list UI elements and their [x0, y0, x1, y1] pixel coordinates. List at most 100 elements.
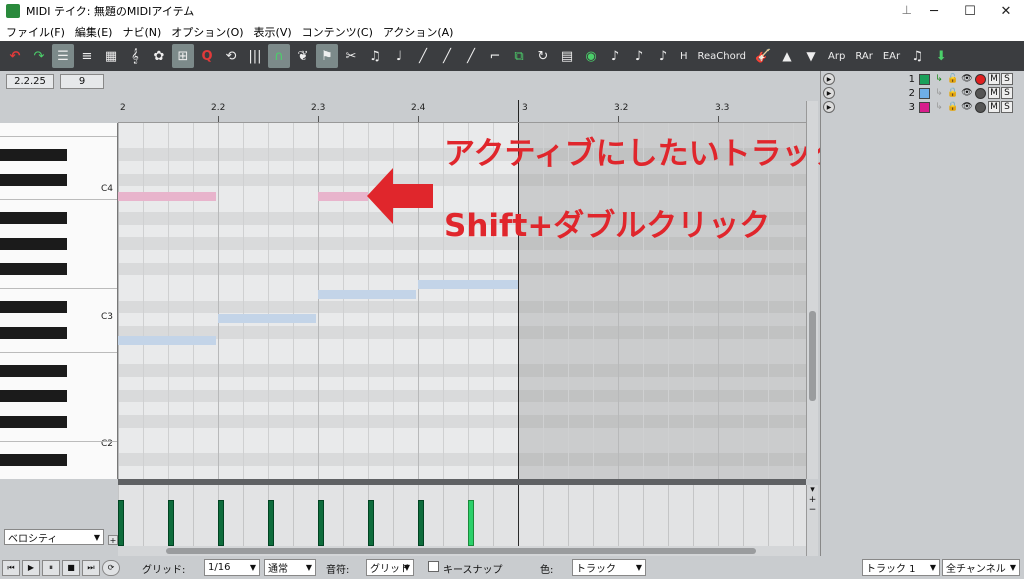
view-grid-icon[interactable]: ▦ — [100, 44, 122, 68]
black-key[interactable] — [0, 301, 67, 314]
active-track-icon[interactable]: ↳ — [933, 73, 945, 85]
undo-icon[interactable]: ↶ — [4, 44, 26, 68]
reachord-button[interactable]: ReaChord — [694, 44, 751, 68]
position-time-field[interactable]: 2.2.25 — [6, 74, 54, 89]
track-row-2[interactable]: ▶ 2 ↳ 🔒 👁 M S — [823, 86, 1023, 100]
velocity-bar[interactable] — [468, 500, 474, 546]
menu-options[interactable]: オプション(O) — [171, 24, 243, 40]
guitar-icon[interactable]: 🎸 — [752, 44, 774, 68]
black-key[interactable] — [0, 364, 67, 377]
track-color-swatch[interactable] — [919, 101, 930, 113]
black-key[interactable] — [0, 390, 67, 403]
eye-icon[interactable]: ◉ — [580, 44, 602, 68]
horizontal-scrollbar[interactable] — [118, 546, 806, 556]
solo-button[interactable]: S — [1001, 101, 1013, 113]
eye-icon[interactable]: 👁 — [961, 87, 973, 99]
track-row-1[interactable]: ▶ 1 ↳ 🔓 👁 M S — [823, 72, 1023, 86]
menu-view[interactable]: 表示(V) — [254, 24, 292, 40]
chain-icon[interactable]: ❦ — [292, 44, 314, 68]
note-1-icon[interactable]: ♫ — [364, 44, 386, 68]
timeline-ruler[interactable]: 2 2.2 2.3 2.4 3 3.2 3.3 — [118, 100, 806, 123]
humanize-button[interactable]: H — [676, 44, 692, 68]
track-color-swatch[interactable] — [919, 73, 930, 85]
inactive-note[interactable] — [318, 192, 368, 202]
vertical-scrollbar[interactable] — [806, 101, 818, 479]
record-arm-icon[interactable] — [975, 101, 986, 113]
velocity-bar[interactable] — [368, 500, 374, 546]
eye-icon[interactable]: 👁 — [961, 101, 973, 113]
menu-actions[interactable]: アクション(A) — [383, 24, 454, 40]
channel-select[interactable]: 全チャンネル ▼ — [942, 559, 1020, 576]
track-color-swatch[interactable] — [919, 87, 930, 99]
go-start-icon[interactable]: ⏮ — [2, 559, 20, 576]
note-2-icon[interactable]: ♩ — [388, 44, 410, 68]
add-lane-icon[interactable]: + — [108, 535, 118, 545]
rar-button[interactable]: RAr — [851, 44, 877, 68]
transform-icon[interactable]: ⧉ — [508, 44, 530, 68]
position-value-field[interactable]: 9 — [60, 74, 104, 89]
pause-icon[interactable]: ⏸ — [42, 559, 60, 576]
note-arrow-2-icon[interactable]: ♪ — [628, 44, 650, 68]
redo-icon[interactable]: ↷ — [28, 44, 50, 68]
quantize-icon[interactable]: Q — [196, 44, 218, 68]
note-arrow-1-icon[interactable]: ♪ — [604, 44, 626, 68]
velocity-bar[interactable] — [418, 500, 424, 546]
grid-mode-select[interactable]: 通常 ▼ — [264, 559, 316, 576]
triangle-down-icon[interactable]: ▼ — [800, 44, 822, 68]
black-key[interactable] — [0, 237, 67, 250]
lock-icon[interactable]: 🔒 — [947, 87, 959, 99]
black-key[interactable] — [0, 263, 67, 276]
stop-icon[interactable]: ■ — [62, 559, 80, 576]
bars-icon[interactable]: ||| — [244, 44, 266, 68]
play-icon[interactable]: ▶ — [22, 559, 40, 576]
solo-button[interactable]: S — [1001, 73, 1013, 85]
velocity-bar[interactable] — [318, 500, 324, 546]
black-key[interactable] — [0, 453, 67, 466]
line-2-icon[interactable]: ╱ — [436, 44, 458, 68]
grid-select[interactable]: 1/16 ▼ — [204, 559, 260, 576]
go-end-icon[interactable]: ⏭ — [82, 559, 100, 576]
active-track-icon[interactable]: ↳ — [933, 87, 945, 99]
velocity-bar[interactable] — [218, 500, 224, 546]
view-rows-icon[interactable]: ≡ — [76, 44, 98, 68]
velocity-lane[interactable] — [118, 485, 806, 546]
menu-edit[interactable]: 編集(E) — [75, 24, 113, 40]
vertical-scroll-thumb[interactable] — [809, 311, 816, 401]
inactive-note[interactable] — [318, 290, 416, 300]
ear-button[interactable]: EAr — [879, 44, 904, 68]
black-key[interactable] — [0, 326, 67, 339]
record-arm-icon[interactable] — [975, 87, 986, 99]
note-length-select[interactable]: グリッド ▼ — [366, 559, 414, 576]
scroll-down-icon[interactable]: ▾ — [807, 485, 818, 495]
mute-button[interactable]: M — [988, 101, 1000, 113]
mute-button[interactable]: M — [988, 73, 1000, 85]
scissors-icon[interactable]: ✂ — [340, 44, 362, 68]
maximize-button[interactable]: ☐ — [952, 0, 988, 22]
active-track-icon[interactable]: ↳ — [933, 101, 945, 113]
close-button[interactable]: ✕ — [988, 0, 1024, 22]
menu-navigate[interactable]: ナビ(N) — [122, 24, 161, 40]
black-key[interactable] — [0, 174, 67, 187]
walk-icon[interactable]: ⚑ — [316, 44, 338, 68]
line-3-icon[interactable]: ╱ — [460, 44, 482, 68]
snap-magnet-icon[interactable]: ∩ — [268, 44, 290, 68]
lock-icon[interactable]: 🔓 — [947, 73, 959, 85]
menu-contents[interactable]: コンテンツ(C) — [302, 24, 373, 40]
clef-icon[interactable]: 𝄞 — [124, 44, 146, 68]
lock-icon[interactable]: 🔒 — [947, 101, 959, 113]
minimize-button[interactable]: ─ — [916, 0, 952, 22]
track-play-icon[interactable]: ▶ — [823, 87, 835, 99]
solo-button[interactable]: S — [1001, 87, 1013, 99]
meter-icon[interactable]: ▤ — [556, 44, 578, 68]
view-list-icon[interactable]: ☰ — [52, 44, 74, 68]
black-key[interactable] — [0, 415, 67, 428]
rotate-icon[interactable]: ↻ — [532, 44, 554, 68]
color-select[interactable]: トラック ▼ — [572, 559, 646, 576]
line-1-icon[interactable]: ╱ — [412, 44, 434, 68]
velocity-lane-select[interactable]: ベロシティ ▼ — [4, 529, 104, 545]
piano-roll-grid[interactable] — [118, 123, 806, 479]
repeat-icon[interactable]: ⟳ — [102, 559, 120, 576]
triangle-up-icon[interactable]: ▲ — [776, 44, 798, 68]
track-row-3[interactable]: ▶ 3 ↳ 🔒 👁 M S — [823, 100, 1023, 114]
track-play-icon[interactable]: ▶ — [823, 73, 835, 85]
